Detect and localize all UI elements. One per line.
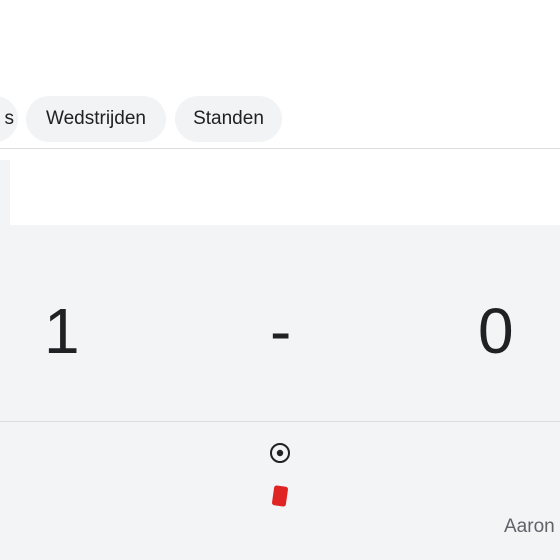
tab-chip-row: s Wedstrijden Standen — [0, 96, 560, 142]
event-player-name[interactable]: Aaron — [504, 516, 555, 538]
red-card-icon — [271, 485, 289, 507]
score-separator: - — [270, 295, 292, 367]
home-score: 1 — [44, 295, 80, 367]
score-divider — [0, 421, 560, 422]
sports-result-page: s Wedstrijden Standen 1 - 0 Aaron — [0, 0, 560, 560]
tabs-divider — [0, 148, 560, 149]
tab-partial[interactable]: s — [0, 96, 18, 142]
panel-edge — [0, 160, 10, 225]
tab-standings[interactable]: Standen — [175, 96, 282, 142]
tab-matches[interactable]: Wedstrijden — [26, 96, 166, 142]
goal-ball-icon — [270, 443, 290, 463]
scoreboard-panel[interactable]: 1 - 0 Aaron — [0, 225, 560, 560]
away-score: 0 — [478, 295, 514, 367]
